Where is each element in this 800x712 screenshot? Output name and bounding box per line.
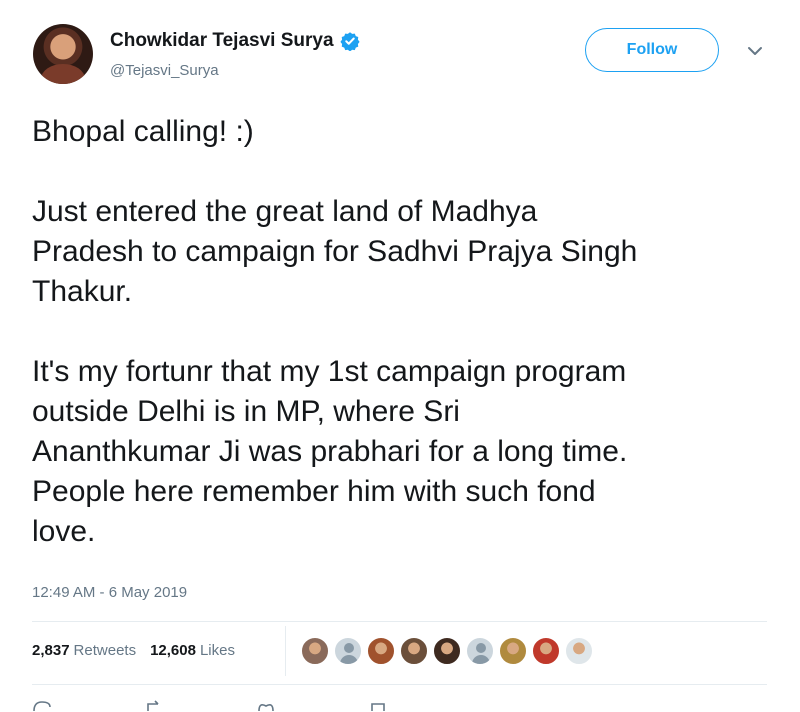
verified-badge-icon bbox=[339, 32, 360, 51]
likes-label: Likes bbox=[199, 642, 235, 659]
author-display-name[interactable]: Chowkidar Tejasvi Surya bbox=[110, 30, 334, 52]
liker-avatar[interactable] bbox=[300, 636, 330, 666]
tweet-text: Bhopal calling! :) Just entered the grea… bbox=[32, 115, 638, 548]
stats-separator bbox=[285, 626, 286, 676]
author-avatar[interactable] bbox=[33, 24, 93, 84]
liker-avatar[interactable] bbox=[432, 636, 462, 666]
divider-bottom bbox=[32, 684, 767, 685]
author-name-row: Chowkidar Tejasvi Surya bbox=[110, 30, 360, 52]
likes-count: 12,608 bbox=[150, 642, 196, 659]
retweets-stat[interactable]: 2,837 Retweets bbox=[32, 642, 136, 659]
retweets-count: 2,837 bbox=[32, 642, 70, 659]
avatar-shoulders bbox=[41, 64, 85, 84]
divider-top bbox=[32, 621, 767, 622]
liker-avatar[interactable] bbox=[366, 636, 396, 666]
chevron-down-icon[interactable] bbox=[746, 44, 764, 58]
liker-avatar[interactable] bbox=[399, 636, 429, 666]
liker-avatar[interactable] bbox=[333, 636, 363, 666]
liker-avatar[interactable] bbox=[531, 636, 561, 666]
tweet-timestamp[interactable]: 12:49 AM - 6 May 2019 bbox=[32, 584, 187, 601]
liker-avatars bbox=[300, 636, 597, 666]
likes-stat[interactable]: 12,608 Likes bbox=[150, 642, 235, 659]
retweets-label: Retweets bbox=[73, 642, 137, 659]
liker-avatar[interactable] bbox=[465, 636, 495, 666]
follow-button[interactable]: Follow bbox=[585, 28, 719, 72]
liker-avatar[interactable] bbox=[498, 636, 528, 666]
tweet-stats: 2,837 Retweets 12,608 Likes bbox=[32, 642, 235, 659]
liker-avatar[interactable] bbox=[564, 636, 594, 666]
author-handle[interactable]: @Tejasvi_Surya bbox=[110, 62, 219, 79]
